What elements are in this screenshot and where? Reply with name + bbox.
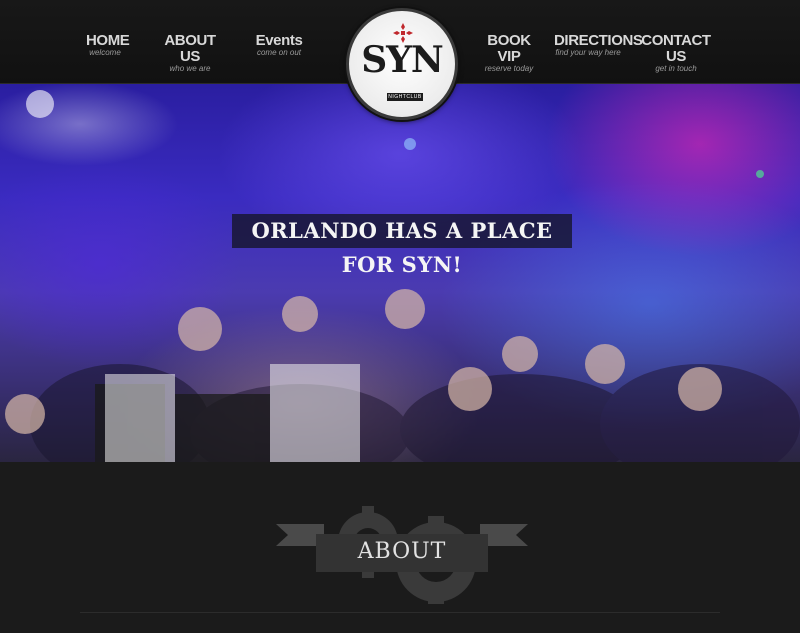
- nav-directions-label: DIRECTIONS: [554, 32, 643, 49]
- nav-about-us[interactable]: ABOUT US who we are: [162, 32, 218, 74]
- nav-events[interactable]: Events come on out: [255, 32, 303, 58]
- nav-book-vip-label: BOOK VIP: [487, 32, 531, 65]
- nav-directions-sub: find your way here: [555, 48, 621, 57]
- hero-banner: ORLANDO HAS A PLACE FOR SYN!: [232, 214, 572, 277]
- logo-wordmark: SYN: [361, 39, 444, 81]
- nav-home[interactable]: HOME welcome: [86, 32, 130, 58]
- nav-directions[interactable]: DIRECTIONS find your way here: [554, 32, 643, 58]
- nav-book-vip[interactable]: BOOK VIP reserve today: [482, 32, 536, 74]
- section-divider: [80, 612, 720, 613]
- nav-book-vip-sub: reserve today: [484, 64, 534, 73]
- nav-contact-us[interactable]: CONTACT US get in touch: [640, 32, 712, 74]
- nav-contact-label: CONTACT US: [641, 32, 711, 65]
- nav-about-sub: who we are: [169, 64, 211, 73]
- nav-events-sub: come on out: [256, 48, 302, 57]
- nav-contact-sub: get in touch: [655, 64, 697, 73]
- nav-home-label: HOME: [86, 32, 130, 49]
- about-heading: ABOUT: [357, 539, 447, 564]
- nav-home-sub: welcome: [89, 48, 121, 57]
- nav-about-label: ABOUT US: [164, 32, 216, 65]
- logo-tagline: NIGHTCLUB: [387, 93, 423, 101]
- site-logo[interactable]: SYN NIGHTCLUB: [346, 8, 458, 120]
- about-section: ABOUT: [0, 462, 800, 633]
- hero-image: ORLANDO HAS A PLACE FOR SYN!: [0, 84, 800, 462]
- nav-events-label: Events: [255, 32, 303, 49]
